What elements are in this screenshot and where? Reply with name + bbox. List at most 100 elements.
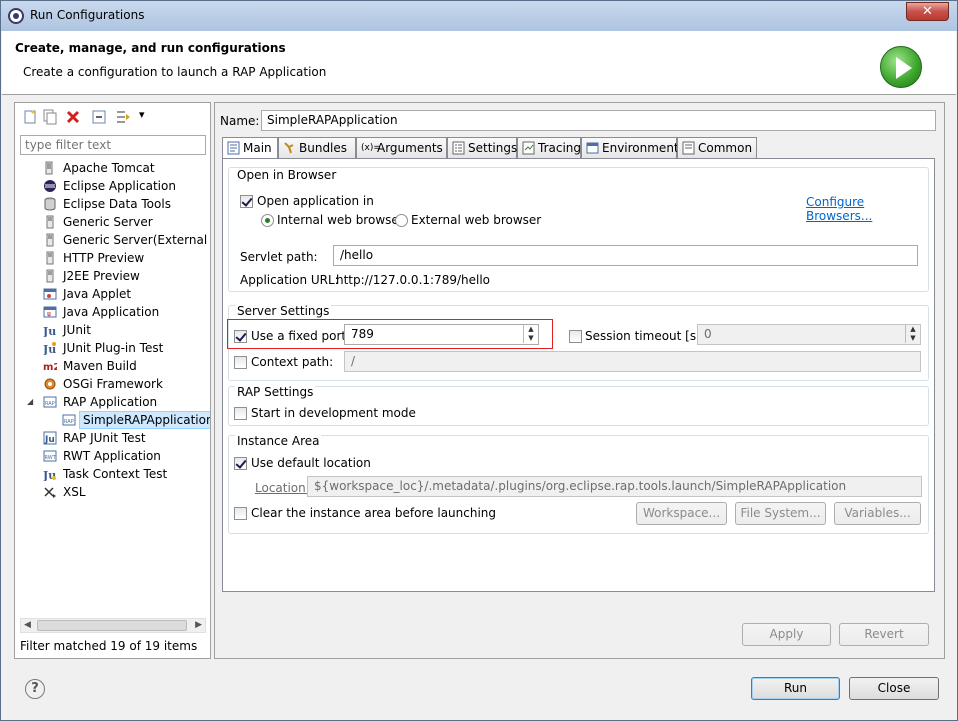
server-icon xyxy=(46,233,54,247)
name-input[interactable]: SimpleRAPApplication xyxy=(261,110,936,131)
horizontal-scrollbar[interactable]: ◀ ▶ xyxy=(20,618,206,633)
external-browser-radio[interactable] xyxy=(395,214,408,227)
tab-main[interactable]: Main xyxy=(222,137,278,160)
context-path-input[interactable]: / xyxy=(344,351,921,372)
location-input[interactable]: ${workspace_loc}/.metadata/.plugins/org.… xyxy=(307,476,922,497)
internal-browser-label: Internal web browser xyxy=(277,213,404,227)
file-system-button[interactable]: File System... xyxy=(735,502,826,525)
tomcat-icon xyxy=(45,161,53,175)
servlet-path-input[interactable]: /hello xyxy=(333,245,918,266)
java-app-icon xyxy=(43,306,57,318)
tab-arguments[interactable]: (x)= Arguments xyxy=(356,137,447,159)
rap-icon: RAP xyxy=(43,396,57,408)
open-application-label: Open application in xyxy=(257,194,374,208)
filter-input[interactable] xyxy=(20,135,206,155)
name-label: Name: xyxy=(220,114,260,128)
eclipse-app-icon xyxy=(44,180,56,192)
group-title: RAP Settings xyxy=(235,385,316,399)
external-browser-label: External web browser xyxy=(411,213,542,227)
filter-status: Filter matched 19 of 19 items xyxy=(20,639,198,653)
scrollbar-thumb[interactable] xyxy=(37,620,187,631)
configuration-editor: Name: SimpleRAPApplication Main Bundles … xyxy=(214,102,945,659)
group-title: Server Settings xyxy=(235,304,332,318)
database-icon xyxy=(44,197,56,211)
duplicate-icon[interactable] xyxy=(42,109,58,125)
svg-text:RAP: RAP xyxy=(45,401,55,407)
tab-common[interactable]: Common xyxy=(677,137,757,159)
variables-button[interactable]: Variables... xyxy=(834,502,921,525)
configure-browsers-link[interactable]: Configure Browsers... xyxy=(806,195,928,223)
main-tab-icon xyxy=(227,141,240,155)
run-configurations-dialog: Run Configurations ✕ Create, manage, and… xyxy=(0,0,958,721)
revert-button[interactable]: Revert xyxy=(839,623,929,646)
delete-icon[interactable] xyxy=(65,109,81,125)
applet-icon xyxy=(43,288,57,300)
new-configuration-icon[interactable] xyxy=(22,109,38,125)
bundles-icon xyxy=(284,142,294,154)
expanded-arrow-icon[interactable]: ◢ xyxy=(27,393,33,411)
scroll-right-icon[interactable]: ▶ xyxy=(195,619,202,632)
main-tab-content: Open in Browser Open application in Inte… xyxy=(222,158,935,592)
osgi-icon xyxy=(44,378,56,390)
tab-settings[interactable]: Settings xyxy=(447,137,517,159)
group-title: Instance Area xyxy=(235,434,322,448)
run-button[interactable]: Run xyxy=(751,677,840,700)
maven-icon: m2 xyxy=(43,362,57,373)
header-subtitle: Create a configuration to launch a RAP A… xyxy=(23,65,327,79)
location-label: Location: xyxy=(255,481,310,495)
svg-text:RAP: RAP xyxy=(64,419,74,425)
collapse-all-icon[interactable] xyxy=(91,109,107,125)
title-bar[interactable]: Run Configurations ✕ xyxy=(1,1,957,31)
close-button[interactable]: Close xyxy=(849,677,939,700)
arguments-icon: (x)= xyxy=(361,143,381,153)
tab-bundles[interactable]: Bundles xyxy=(278,137,356,159)
context-path-label: Context path: xyxy=(251,355,334,369)
xsl-icon xyxy=(44,487,56,498)
spin-up-icon[interactable]: ▲ xyxy=(905,325,920,334)
open-in-browser-group: Open in Browser Open application in Inte… xyxy=(228,167,929,292)
environment-icon xyxy=(586,142,599,154)
open-application-checkbox[interactable] xyxy=(240,195,253,208)
context-path-checkbox[interactable] xyxy=(234,356,247,369)
dialog-header: Create, manage, and run configurations C… xyxy=(2,31,956,95)
junit-icon: Ju xyxy=(43,325,56,337)
session-timeout-checkbox[interactable] xyxy=(569,330,582,343)
tab-tracing[interactable]: Tracing xyxy=(517,137,581,159)
configuration-tree: Apache Tomcat Eclipse Application Eclips… xyxy=(15,159,210,617)
spin-down-icon[interactable]: ▼ xyxy=(905,334,920,343)
svg-text:RWT: RWT xyxy=(45,455,57,461)
internal-browser-radio[interactable] xyxy=(261,214,274,227)
default-location-checkbox[interactable] xyxy=(234,457,247,470)
rwt-icon: RWT xyxy=(43,450,57,462)
workspace-button[interactable]: Workspace... xyxy=(636,502,727,525)
left-toolbar: ▾ xyxy=(15,103,210,131)
server-icon xyxy=(46,215,54,229)
common-icon xyxy=(682,141,695,155)
window-close-button[interactable]: ✕ xyxy=(906,2,949,21)
svg-text:m2: m2 xyxy=(43,362,57,373)
header-title: Create, manage, and run configurations xyxy=(15,41,286,55)
configuration-tree-panel: ▾ Apache Tomcat Eclipse Application Ecli… xyxy=(14,102,211,659)
task-context-icon: Ju xyxy=(43,469,56,481)
session-timeout-input[interactable]: 0 ▲ ▼ xyxy=(697,324,921,345)
eclipse-icon xyxy=(8,8,24,24)
server-icon xyxy=(46,251,54,265)
view-menu-dropdown[interactable]: ▾ xyxy=(139,108,145,121)
svg-text:Ju: Ju xyxy=(43,325,56,337)
clear-instance-checkbox[interactable] xyxy=(234,507,247,520)
server-icon xyxy=(46,269,54,283)
annotation-highlight xyxy=(227,319,553,349)
development-mode-checkbox[interactable] xyxy=(234,407,247,420)
group-title: Open in Browser xyxy=(235,168,339,182)
help-icon[interactable]: ? xyxy=(25,679,45,699)
tab-environment[interactable]: Environment xyxy=(581,137,679,159)
rap-icon: RAP xyxy=(62,414,76,426)
filter-icon[interactable] xyxy=(115,109,131,125)
settings-icon xyxy=(452,141,465,155)
clear-instance-label: Clear the instance area before launching xyxy=(251,506,497,520)
scroll-left-icon[interactable]: ◀ xyxy=(24,619,31,632)
svg-text:Ju: Ju xyxy=(44,435,55,445)
tracing-icon xyxy=(522,141,535,155)
apply-button[interactable]: Apply xyxy=(742,623,831,646)
rap-settings-group: RAP Settings Start in development mode xyxy=(228,385,929,426)
